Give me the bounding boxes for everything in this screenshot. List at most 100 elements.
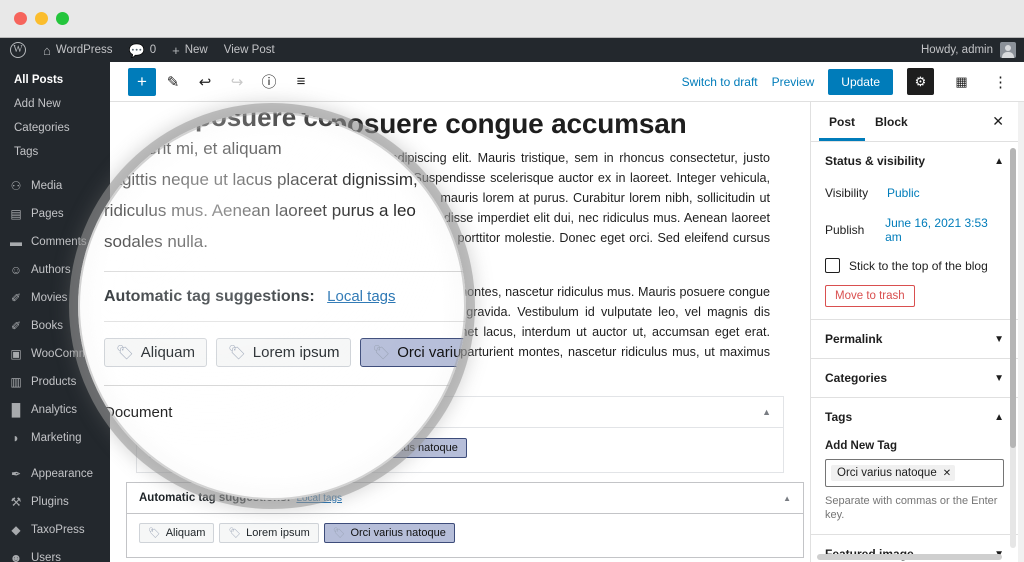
- magnified-local-tags-link[interactable]: Local tags: [327, 288, 395, 305]
- chevron-down-icon: ▼: [994, 372, 1004, 384]
- submenu-item-all-posts[interactable]: All Posts: [0, 68, 110, 92]
- tag-chip-label: Orci varius natoque: [397, 344, 466, 361]
- settings-sidebar: Post Block ✕ Status & visibility ▲ Visib…: [810, 102, 1018, 562]
- woocommerce-icon: ▣: [10, 347, 22, 361]
- panel-permalink-header[interactable]: Permalink ▼: [825, 320, 1004, 358]
- tab-post[interactable]: Post: [819, 103, 865, 141]
- menu-item-label: Authors: [31, 264, 71, 276]
- sidebar-vertical-scrollbar[interactable]: [1010, 148, 1016, 548]
- pages-icon: ▤: [10, 207, 22, 221]
- minimize-window-button[interactable]: [35, 12, 48, 25]
- panel-status-visibility-header[interactable]: Status & visibility ▲: [825, 142, 1004, 180]
- magnified-post-title: Mauris posuere congue accumsan: [104, 112, 466, 132]
- magnified-line-4: sodales nulla.: [104, 232, 208, 251]
- switch-to-draft-button[interactable]: Switch to draft: [682, 75, 758, 89]
- panel-title: Categories: [825, 371, 888, 385]
- authors-icon: ☺: [9, 263, 23, 277]
- panel-tags-header[interactable]: Tags ▲: [825, 398, 1004, 436]
- site-name-label: WordPress: [55, 44, 113, 56]
- panel-tags: Tags ▲ Add New Tag Orci varius natoque ✕…: [811, 398, 1018, 535]
- publish-date-button[interactable]: June 16, 2021 3:53 am: [885, 216, 1004, 244]
- menu-item-label: Marketing: [31, 432, 82, 444]
- sidebar-horizontal-scrollbar[interactable]: [817, 554, 1002, 560]
- tags-input-field[interactable]: Orci varius natoque ✕: [825, 459, 1004, 487]
- tool-undo-arrow-icon[interactable]: ↩: [190, 67, 220, 97]
- magnified-tag-chip-selected[interactable]: 🏷 Orci varius natoque: [360, 338, 466, 367]
- menu-item-label: Movies: [31, 292, 68, 304]
- menu-item-label: Users: [31, 552, 62, 562]
- panel-permalink: Permalink ▼: [811, 320, 1018, 359]
- magnified-tag-suggestions-box: Automatic tag suggestions: Local tags 🏷 A…: [104, 271, 466, 386]
- metabox-tag-chip[interactable]: 🏷 Lorem ipsum: [219, 523, 319, 543]
- magnified-tag-chip[interactable]: 🏷 Aliquam: [104, 338, 207, 367]
- comments-menu[interactable]: 💬 0: [121, 38, 165, 62]
- tool-redo-arrow-icon[interactable]: ↪: [222, 67, 252, 97]
- tag-chip-label: Aliquam: [140, 344, 195, 361]
- metabox-caret-up-icon[interactable]: ▲: [783, 494, 791, 503]
- sticky-row[interactable]: Stick to the top of the blog: [825, 254, 1004, 285]
- panel-categories: Categories ▼: [811, 359, 1018, 398]
- settings-tabs: Post Block ✕: [811, 102, 1018, 142]
- magnified-content: Mauris posuere congue accumsan hendrerit…: [78, 112, 466, 500]
- panel-title: Permalink: [825, 332, 883, 346]
- plus-icon: +: [172, 42, 180, 58]
- tag-icon: 🏷: [116, 344, 134, 360]
- tags-help-text: Separate with commas or the Enter key.: [825, 495, 998, 521]
- view-post-label: View Post: [223, 44, 275, 56]
- tool-pencil-edit-icon[interactable]: ✎: [158, 67, 188, 97]
- tag-token-remove-icon[interactable]: ✕: [943, 468, 951, 479]
- window-titlebar: [0, 0, 1024, 38]
- site-name-menu[interactable]: ⌂ WordPress: [35, 38, 121, 62]
- tab-block[interactable]: Block: [865, 103, 918, 141]
- media-icon: ⚇: [10, 179, 22, 193]
- settings-gear-icon[interactable]: ⚙: [907, 68, 934, 95]
- tag-icon: 🏷: [332, 527, 346, 539]
- new-content-menu[interactable]: + New: [164, 38, 216, 62]
- comment-bubble-icon: 💬: [128, 42, 145, 58]
- menu-item-label: Pages: [31, 208, 64, 220]
- app-window: W ⌂ WordPress 💬 0 + New View Post Howdy,…: [0, 0, 1024, 562]
- chevron-up-icon: ▲: [994, 155, 1004, 167]
- plugins-icon: ⚒: [10, 495, 22, 509]
- editor-toolbar: + ✎ ↩ ↪ ⓘ ≡ Switch to draft Preview Upda…: [110, 62, 1024, 102]
- magnified-tag-suggestions-header: Automatic tag suggestions: Local tags: [104, 272, 466, 322]
- tool-list-view-icon[interactable]: ≡: [286, 67, 316, 97]
- tag-chip-label: Aliquam: [165, 527, 206, 539]
- visibility-value-button[interactable]: Public: [887, 186, 920, 200]
- wp-logo-menu[interactable]: W: [0, 38, 35, 62]
- sticky-checkbox[interactable]: [825, 258, 840, 273]
- caret-up-icon[interactable]: ▲: [762, 407, 771, 417]
- vertical-ellipsis-icon[interactable]: ⋮: [989, 73, 1012, 91]
- magnifier-lens: Mauris posuere congue accumsan hendrerit…: [78, 112, 466, 500]
- pin-icon: ✐: [10, 319, 22, 333]
- metabox-tag-chip[interactable]: 🏷 Aliquam: [139, 523, 215, 543]
- sidebar-panel-icon[interactable]: ▦: [948, 68, 975, 95]
- menu-item-label: TaxoPress: [31, 524, 85, 536]
- menu-item-label: Products: [31, 376, 77, 388]
- add-block-button[interactable]: +: [128, 67, 156, 96]
- menu-item-taxopress[interactable]: ◆ TaxoPress: [0, 516, 110, 544]
- view-post-link[interactable]: View Post: [216, 38, 283, 62]
- metabox-tag-chip-selected[interactable]: 🏷 Orci varius natoque: [323, 523, 455, 543]
- update-button[interactable]: Update: [828, 68, 893, 95]
- menu-item-label: Books: [31, 320, 63, 332]
- magnified-tag-chip[interactable]: 🏷 Lorem ipsum: [215, 338, 352, 367]
- move-to-trash-button[interactable]: Move to trash: [825, 285, 915, 307]
- preview-button[interactable]: Preview: [772, 75, 815, 89]
- menu-item-users[interactable]: ☻ Users: [0, 544, 110, 562]
- publish-row: Publish June 16, 2021 3:53 am: [825, 210, 1004, 254]
- panel-title: Status & visibility: [825, 154, 926, 168]
- megaphone-icon: ◗: [12, 431, 20, 445]
- maximize-window-button[interactable]: [56, 12, 69, 25]
- magnified-line-1: hendrerit mi, et aliquam: [104, 139, 282, 158]
- close-window-button[interactable]: [14, 12, 27, 25]
- tool-info-circle-icon[interactable]: ⓘ: [254, 67, 284, 97]
- magnified-line-2: sagittis neque ut lacus placerat digniss…: [104, 170, 418, 189]
- tag-icon: 🏷: [228, 527, 242, 539]
- tag-icon: 🏷: [148, 527, 161, 539]
- panel-categories-header[interactable]: Categories ▼: [825, 359, 1004, 397]
- close-x-icon[interactable]: ✕: [992, 113, 1010, 130]
- tag-chip-label: Lorem ipsum: [252, 344, 340, 361]
- account-menu[interactable]: Howdy, admin: [921, 42, 1024, 58]
- metabox-tag-list: 🏷 Aliquam 🏷 Lorem ipsum 🏷 Orci varius natoque: [127, 514, 803, 557]
